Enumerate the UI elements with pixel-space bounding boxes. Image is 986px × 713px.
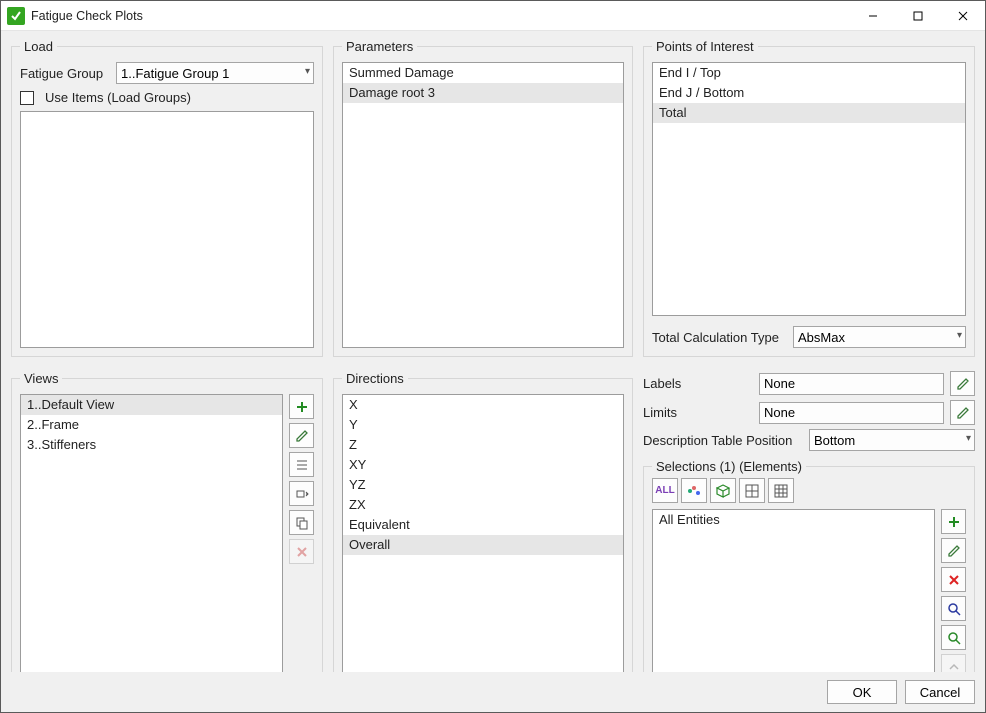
labels-label: Labels [643, 376, 753, 391]
select-nodes-button[interactable] [681, 478, 707, 503]
list-item[interactable]: End J / Bottom [653, 83, 965, 103]
dialog-window: Fatigue Check Plots Load Fatigue Group ▾… [0, 0, 986, 713]
right-column: Labels Limits Description Table Position… [643, 371, 975, 672]
selections-group: Selections (1) (Elements) ALL All Entiti… [643, 459, 975, 672]
titlebar: Fatigue Check Plots [1, 1, 985, 31]
parameters-list[interactable]: Summed DamageDamage root 3 [342, 62, 624, 348]
load-items-list[interactable] [20, 111, 314, 348]
views-list[interactable]: 1..Default View2..Frame3..Stiffeners [20, 394, 283, 672]
use-items-checkbox[interactable] [20, 91, 34, 105]
selections-add-button[interactable] [941, 509, 966, 534]
cancel-button[interactable]: Cancel [905, 680, 975, 704]
selections-edit-button[interactable] [941, 538, 966, 563]
client-area: Load Fatigue Group ▾ Use Items (Load Gro… [1, 31, 985, 672]
list-item[interactable]: 3..Stiffeners [21, 435, 282, 455]
selections-legend: Selections (1) (Elements) [652, 459, 806, 474]
calc-type-combo[interactable]: ▾ [793, 326, 966, 348]
poi-legend: Points of Interest [652, 39, 758, 54]
limits-edit-button[interactable] [950, 400, 975, 425]
close-button[interactable] [940, 1, 985, 30]
list-item[interactable]: 1..Default View [21, 395, 282, 415]
list-item[interactable]: XY [343, 455, 623, 475]
limits-field[interactable] [759, 402, 944, 424]
fatigue-group-combo[interactable]: ▾ [116, 62, 314, 84]
views-list-button[interactable] [289, 452, 314, 477]
views-group: Views 1..Default View2..Frame3..Stiffene… [11, 371, 323, 672]
minimize-button[interactable] [850, 1, 895, 30]
poi-list[interactable]: End I / TopEnd J / BottomTotal [652, 62, 966, 316]
app-icon [7, 7, 25, 25]
labels-field[interactable] [759, 373, 944, 395]
list-item[interactable]: All Entities [653, 510, 934, 530]
selections-up-button [941, 654, 966, 672]
views-legend: Views [20, 371, 62, 386]
directions-legend: Directions [342, 371, 408, 386]
selections-list[interactable]: All Entities [652, 509, 935, 672]
ok-button[interactable]: OK [827, 680, 897, 704]
calc-type-value[interactable] [793, 326, 966, 348]
list-item[interactable]: End I / Top [653, 63, 965, 83]
selections-delete-button[interactable] [941, 567, 966, 592]
directions-group: Directions XYZXYYZZXEquivalentOverall [333, 371, 633, 672]
fatigue-group-label: Fatigue Group [20, 66, 110, 81]
list-item[interactable]: Damage root 3 [343, 83, 623, 103]
desc-table-combo[interactable]: ▾ [809, 429, 975, 451]
parameters-group: Parameters Summed DamageDamage root 3 [333, 39, 633, 357]
window-controls [850, 1, 985, 30]
load-legend: Load [20, 39, 57, 54]
views-delete-button [289, 539, 314, 564]
list-item[interactable]: X [343, 395, 623, 415]
labels-edit-button[interactable] [950, 371, 975, 396]
views-copy-button[interactable] [289, 510, 314, 535]
list-item[interactable]: Total [653, 103, 965, 123]
desc-table-value[interactable] [809, 429, 975, 451]
parameters-legend: Parameters [342, 39, 417, 54]
list-item[interactable]: ZX [343, 495, 623, 515]
calc-type-label: Total Calculation Type [652, 330, 787, 345]
window-title: Fatigue Check Plots [31, 9, 850, 23]
views-edit-button[interactable] [289, 423, 314, 448]
list-item[interactable]: 2..Frame [21, 415, 282, 435]
directions-list[interactable]: XYZXYYZZXEquivalentOverall [342, 394, 624, 672]
selections-zoom2-button[interactable] [941, 625, 966, 650]
list-item[interactable]: Y [343, 415, 623, 435]
poi-group: Points of Interest End I / TopEnd J / Bo… [643, 39, 975, 357]
list-item[interactable]: Summed Damage [343, 63, 623, 83]
select-all-button[interactable]: ALL [652, 478, 678, 503]
use-items-label: Use Items (Load Groups) [45, 90, 191, 105]
list-item[interactable]: YZ [343, 475, 623, 495]
desc-table-label: Description Table Position [643, 433, 803, 448]
select-grid3-button[interactable] [768, 478, 794, 503]
list-item[interactable]: Equivalent [343, 515, 623, 535]
list-item[interactable]: Z [343, 435, 623, 455]
dialog-footer: OK Cancel [1, 672, 985, 712]
select-cube-button[interactable] [710, 478, 736, 503]
list-item[interactable]: Overall [343, 535, 623, 555]
fatigue-group-value[interactable] [116, 62, 314, 84]
selections-zoom-button[interactable] [941, 596, 966, 621]
select-grid2-button[interactable] [739, 478, 765, 503]
limits-label: Limits [643, 405, 753, 420]
views-add-button[interactable] [289, 394, 314, 419]
maximize-button[interactable] [895, 1, 940, 30]
views-insert-button[interactable] [289, 481, 314, 506]
load-group: Load Fatigue Group ▾ Use Items (Load Gro… [11, 39, 323, 357]
